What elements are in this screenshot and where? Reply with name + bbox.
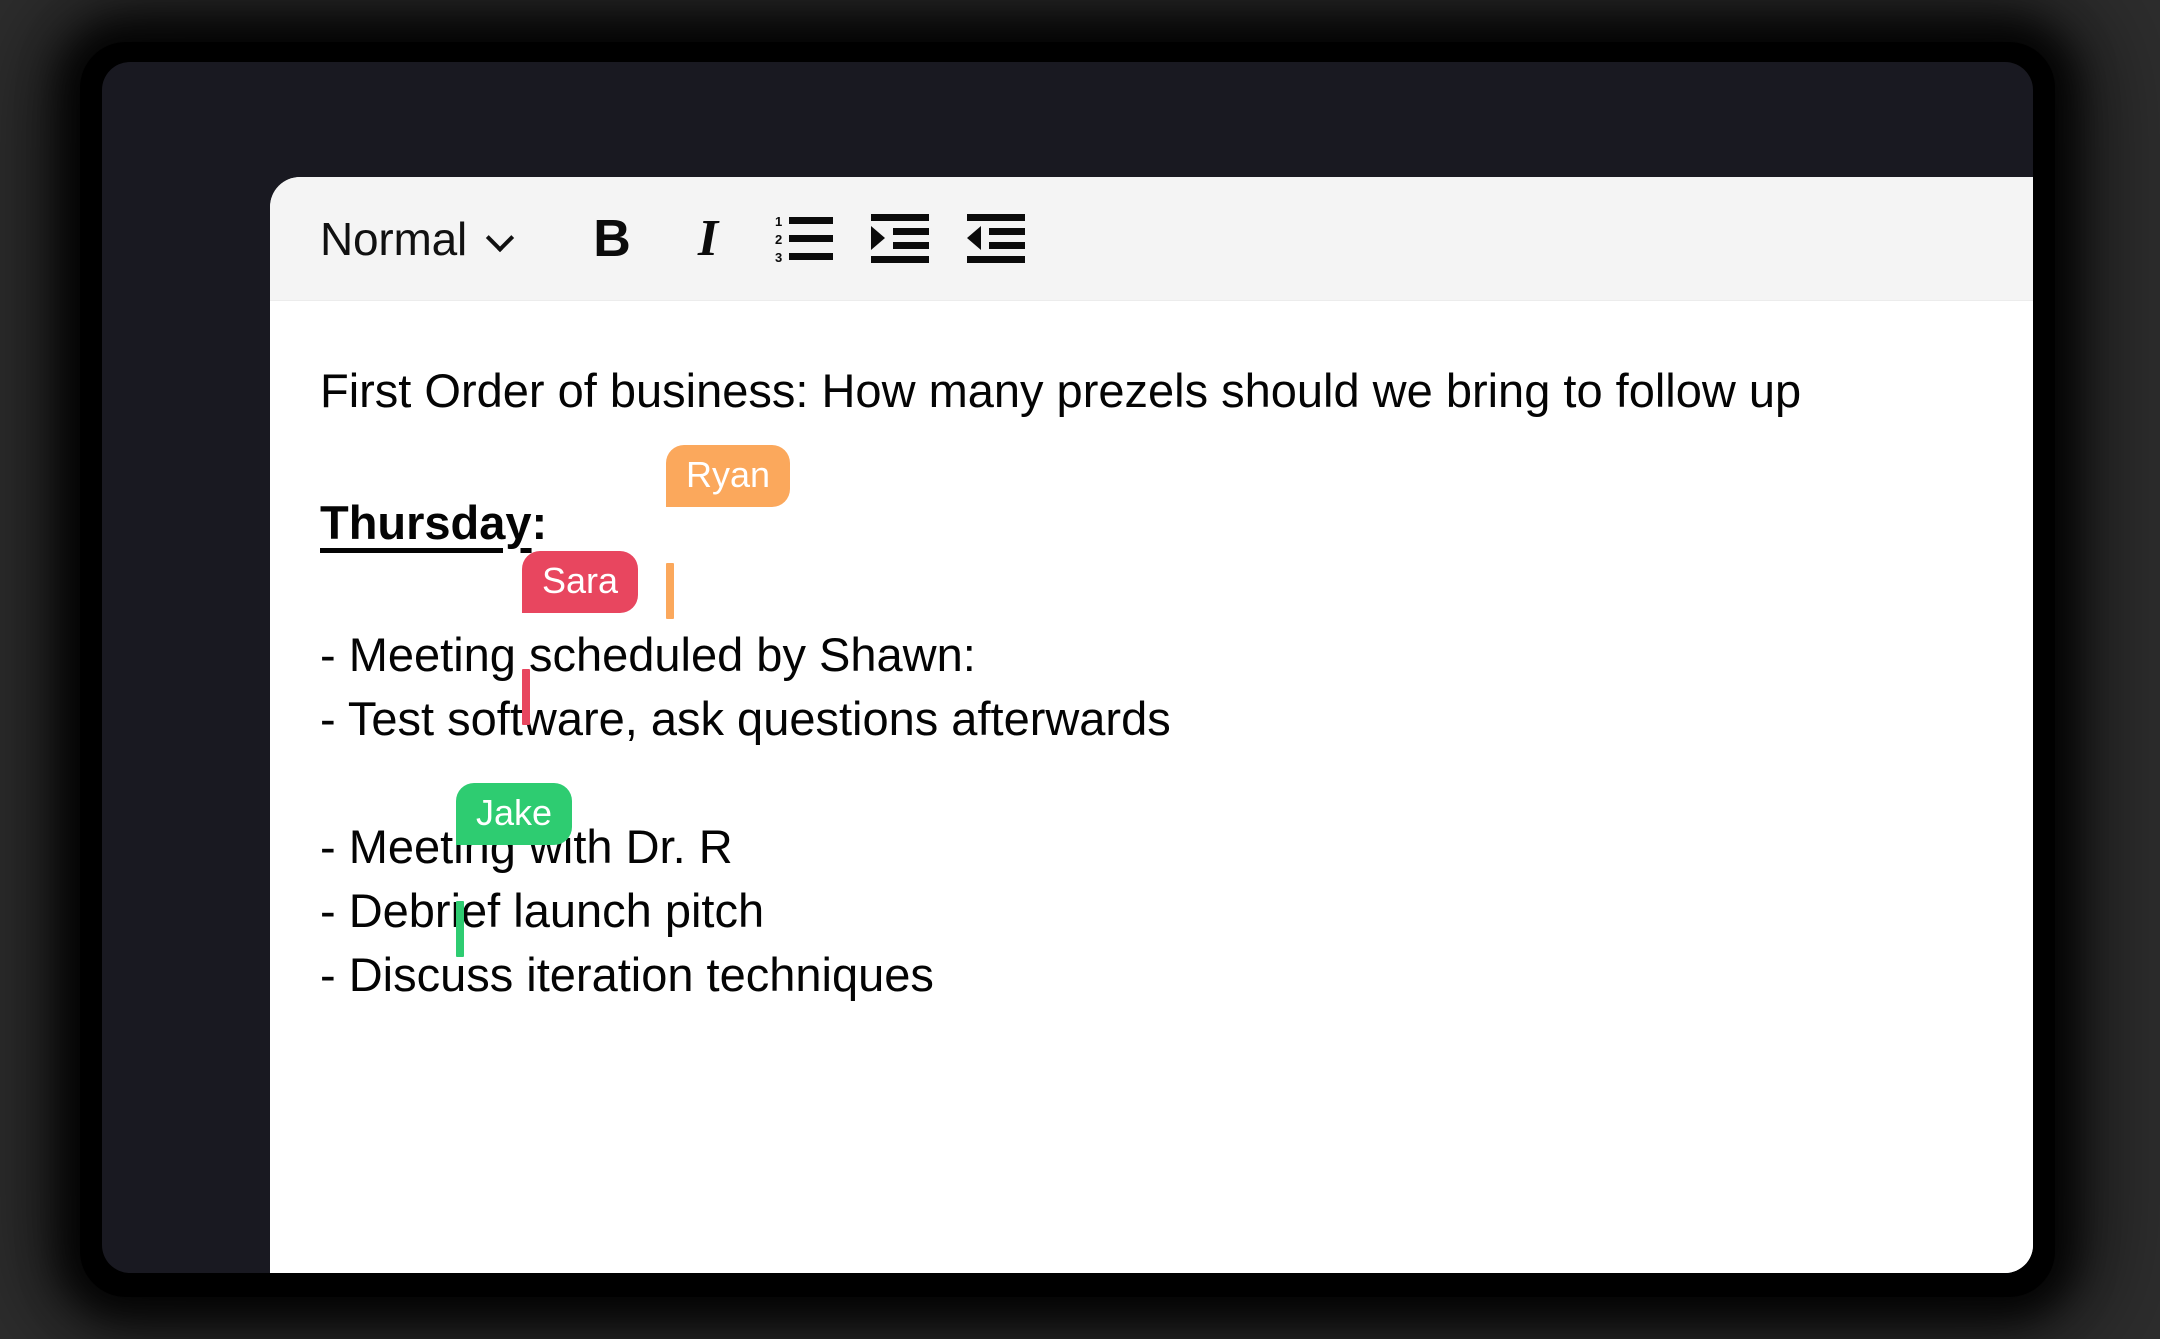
paragraph-style-dropdown[interactable]: Normal [320, 212, 513, 266]
heading-suffix: : [531, 496, 548, 549]
svg-text:1: 1 [775, 214, 782, 229]
editor-toolbar: Normal B I 1 2 3 [270, 177, 2033, 301]
bold-button[interactable]: B [569, 196, 655, 282]
collaborator-label: Sara [522, 551, 639, 613]
document-line: - Debrief launch pitch [320, 884, 765, 937]
chevron-down-icon [487, 226, 513, 252]
increase-indent-button[interactable] [857, 196, 943, 282]
paragraph-style-value: Normal [320, 212, 468, 265]
document-heading-line: Thursday: [320, 487, 2033, 559]
collaborator-caret [666, 563, 674, 619]
document-window: Normal B I 1 2 3 First Order of business… [270, 177, 2033, 1273]
device-screen: Normal B I 1 2 3 First Order of business… [102, 62, 2033, 1273]
collaborator-label: Ryan [666, 445, 791, 507]
numbered-list-button[interactable]: 1 2 3 [761, 196, 847, 282]
collaborator-caret [456, 901, 464, 957]
collaborator-caret [522, 669, 530, 725]
collaborator-label: Jake [456, 783, 573, 845]
document-line: - Meeting with Dr. R [320, 820, 733, 873]
device-frame: Normal B I 1 2 3 First Order of business… [80, 42, 2055, 1297]
italic-icon: I [697, 209, 719, 267]
indent-decrease-icon [967, 213, 1026, 263]
italic-button[interactable]: I [665, 196, 751, 282]
document-line: First Order of business: How many prezel… [320, 364, 1802, 417]
svg-text:2: 2 [775, 232, 782, 247]
indent-increase-icon [871, 213, 930, 263]
document-line: - Test software, ask questions afterward… [320, 692, 1171, 745]
bold-icon: B [593, 209, 631, 268]
document-line: - Meeting scheduled by Shawn: [320, 628, 976, 681]
numbered-list-icon: 1 2 3 [775, 214, 834, 265]
heading-text: Thursday [320, 496, 532, 549]
document-canvas[interactable]: First Order of business: How many prezel… [270, 301, 2033, 1273]
document-blank-line [320, 423, 2033, 487]
document-blank-line [320, 751, 2033, 815]
svg-text:3: 3 [775, 250, 782, 265]
document-line: - Discuss iteration techniques [320, 948, 934, 1001]
decrease-indent-button[interactable] [953, 196, 1039, 282]
